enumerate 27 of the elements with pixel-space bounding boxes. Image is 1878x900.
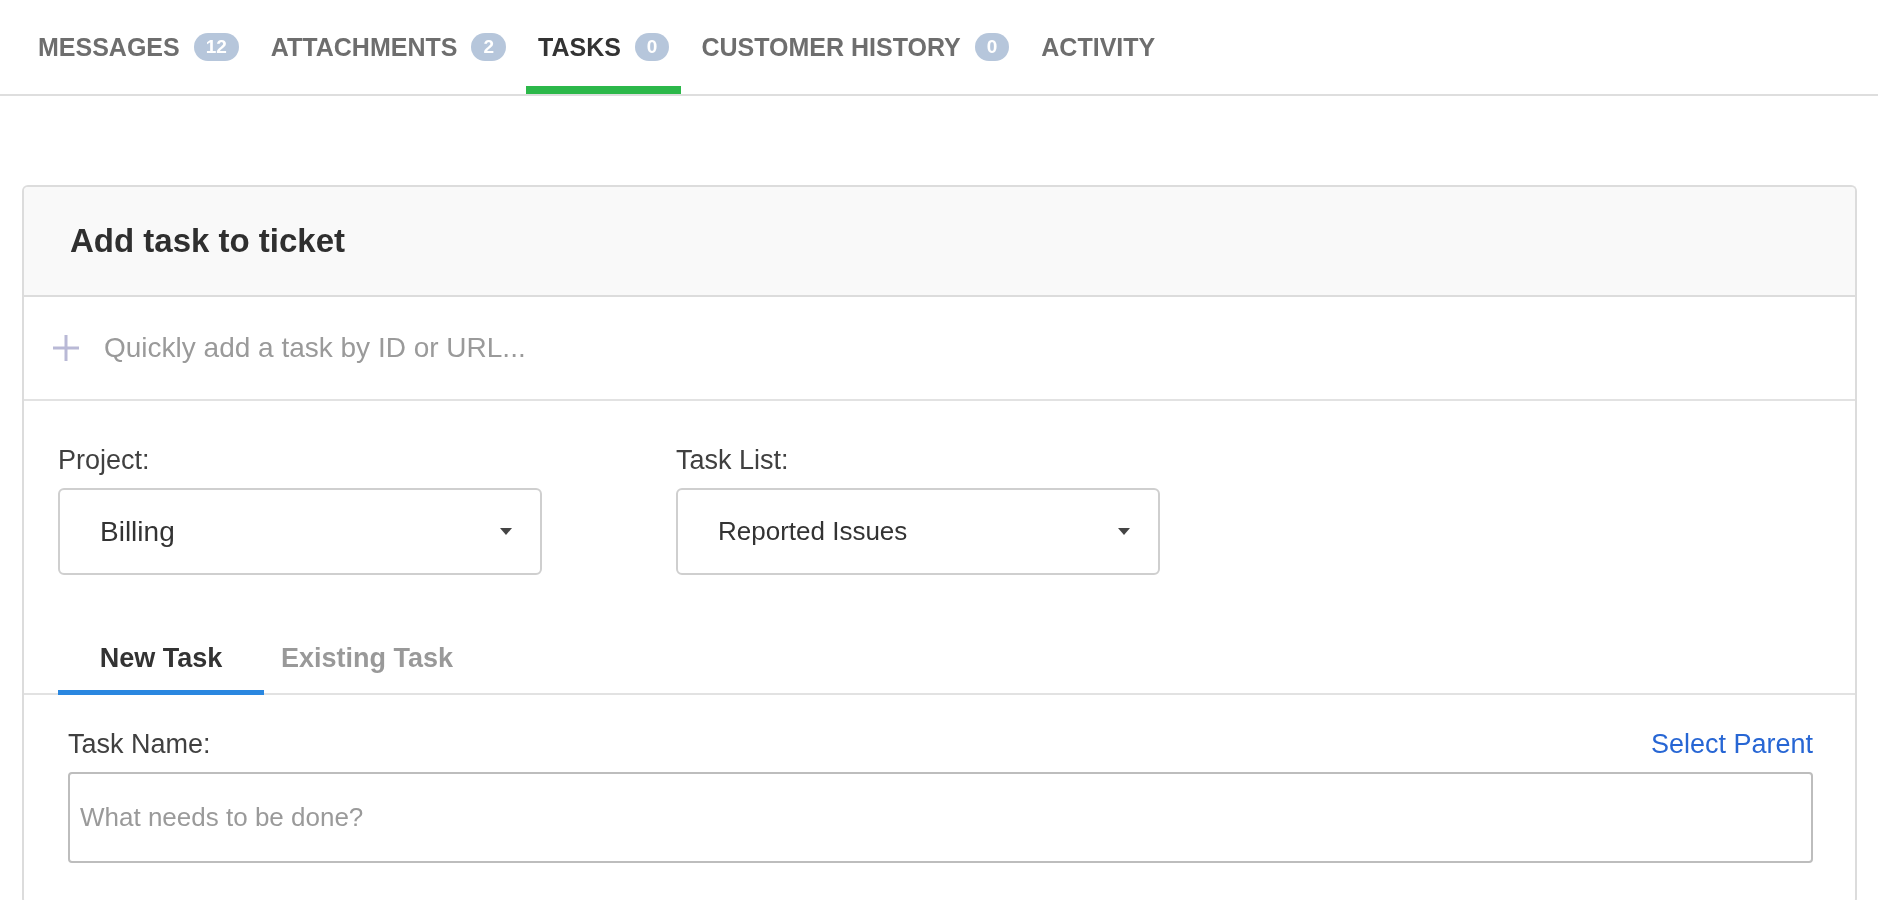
tab[interactable]: MESSAGES 12 — [26, 0, 251, 94]
field-label: Task List: — [676, 445, 790, 476]
dropdown[interactable]: Reported Issues — [676, 488, 1160, 575]
tab-label: ACTIVITY — [1041, 32, 1156, 62]
count-badge: 2 — [471, 33, 506, 61]
caret-icon — [1118, 528, 1130, 535]
count-badge: 0 — [974, 33, 1010, 61]
card-title: Add task to ticket — [70, 222, 346, 260]
field-label: Project: — [58, 445, 151, 476]
tab-label: CUSTOMER HISTORY — [701, 32, 961, 62]
count-badge: 0 — [634, 33, 670, 61]
plus-icon — [52, 334, 80, 362]
tab-label: TASKS — [538, 32, 621, 62]
tab[interactable]: ATTACHMENTS 2 — [258, 0, 518, 94]
tab[interactable]: TASKS 0 — [526, 0, 682, 94]
caret-icon — [500, 528, 512, 535]
tab[interactable]: New Task — [58, 643, 264, 695]
tab[interactable]: CUSTOMER HISTORY 0 — [689, 0, 1022, 94]
count-badge: 12 — [193, 33, 239, 61]
tab-label: ATTACHMENTS — [270, 32, 458, 62]
tab[interactable]: Existing Task — [264, 643, 470, 695]
tab[interactable]: ACTIVITY — [1029, 0, 1168, 94]
field-label: Task Name: — [68, 729, 211, 760]
tab-label: MESSAGES — [38, 32, 180, 62]
select-parent-link[interactable]: Select Parent — [1650, 729, 1813, 760]
dropdown[interactable]: Billing — [58, 488, 542, 575]
task-name-field[interactable]: What needs to be done? — [68, 772, 1813, 863]
